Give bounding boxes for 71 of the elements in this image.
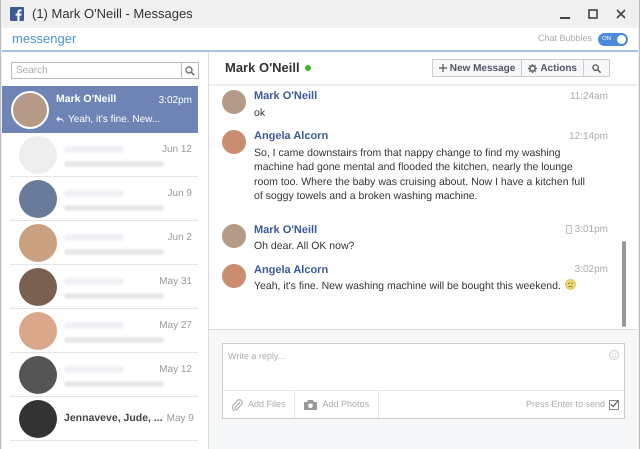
press-enter-label: Press Enter to send: [526, 398, 605, 411]
conversation-time: Jun 2: [168, 231, 192, 245]
search-field[interactable]: Search: [11, 62, 182, 79]
message-text: So, I came downstairs from that nappy change to find my washing machine had gone mental and flooded the kitchen, nearly the lounge room too. Where the baby was cruising about. Now I have a kitchen full of soggy towels and a broken washing machine.: [254, 146, 585, 202]
maximize-icon: [588, 9, 598, 19]
conversation-time: May 31: [159, 275, 192, 289]
close-icon: [616, 9, 626, 19]
sender-name: Angela Alcorn: [254, 129, 328, 144]
message-text: Oh dear. All OK now?: [254, 240, 354, 252]
scrollbar-thumb[interactable]: [622, 241, 626, 327]
paperclip-icon: [231, 398, 243, 410]
plus-icon: [438, 64, 447, 72]
conversation-item[interactable]: May 12: [10, 353, 198, 397]
check-icon: [610, 400, 618, 409]
contact-name: Jennaveve, Jude, ...: [64, 410, 163, 426]
actions-button[interactable]: Actions: [521, 60, 583, 76]
brand-name: messenger: [12, 30, 78, 48]
conversation-time: Jun 12: [162, 143, 192, 157]
conversation-item[interactable]: Jun 12: [10, 133, 198, 177]
conversation-time: May 27: [159, 319, 192, 333]
avatar: [19, 356, 57, 394]
send-on-enter-checkbox[interactable]: [609, 400, 619, 410]
avatar: [19, 224, 57, 262]
message-time: 3:02pm: [574, 263, 608, 278]
conversation-item[interactable]: Jennaveve, Jude, ... May 9: [10, 397, 198, 441]
search-button[interactable]: [182, 62, 199, 79]
avatar: [222, 224, 246, 248]
avatar: [19, 180, 57, 218]
message-time: 11:24am: [570, 90, 608, 104]
avatar: [19, 312, 57, 350]
message-text: Yeah, it's fine. New washing machine will be bought this weekend.: [254, 280, 561, 292]
minimize-icon: [560, 17, 570, 19]
message-time: 3:01pm: [574, 223, 608, 238]
close-button[interactable]: [614, 7, 628, 21]
chat-bubbles-label: Chat Bubbles: [538, 32, 592, 46]
conversation-title: Mark O'Neill: [225, 59, 300, 78]
emoji-icon: [609, 350, 619, 360]
conversation-time: May 9: [166, 412, 194, 426]
conversation-time: May 12: [159, 363, 192, 377]
conversation-time: Jun 9: [168, 187, 192, 201]
conversation-time: 3:02pm: [158, 94, 192, 108]
avatar: [222, 90, 246, 114]
conversation-item[interactable]: May 31: [10, 265, 198, 309]
conversation-item[interactable]: May 27: [10, 309, 198, 353]
avatar: [11, 90, 49, 128]
reply-icon: [56, 116, 64, 123]
avatar: [222, 264, 246, 288]
maximize-button[interactable]: [586, 7, 600, 21]
window-title: (1) Mark O'Neill - Messages: [32, 5, 194, 24]
avatar: [19, 268, 57, 306]
sender-name: Angela Alcorn: [254, 262, 328, 278]
sender-name: Mark O'Neill: [254, 89, 318, 104]
new-message-button[interactable]: New Message: [432, 60, 522, 76]
search-icon: [592, 64, 601, 72]
app-logo-icon: [10, 7, 24, 21]
message-text: ok: [254, 106, 266, 118]
search-icon: [185, 66, 195, 76]
message-time: 12:14pm: [569, 130, 608, 144]
add-files-button[interactable]: Add Files: [223, 391, 295, 418]
avatar: [222, 130, 246, 154]
reply-field[interactable]: Write a reply...: [228, 350, 609, 364]
gear-icon: [528, 64, 538, 72]
contact-name: Mark O'Neill: [56, 92, 116, 108]
camera-icon: [304, 400, 317, 410]
add-photos-button[interactable]: Add Photos: [294, 391, 380, 418]
avatar: [19, 400, 57, 438]
conversation-item[interactable]: Mark O'Neill 3:02pm Yeah, it's fine. New...: [2, 86, 198, 133]
message-preview: Yeah, it's fine. New...: [68, 112, 160, 127]
conversation-item[interactable]: Jun 2: [10, 221, 198, 265]
conversation-item[interactable]: Jun 9: [10, 177, 198, 221]
sender-name: Mark O'Neill: [254, 222, 318, 238]
